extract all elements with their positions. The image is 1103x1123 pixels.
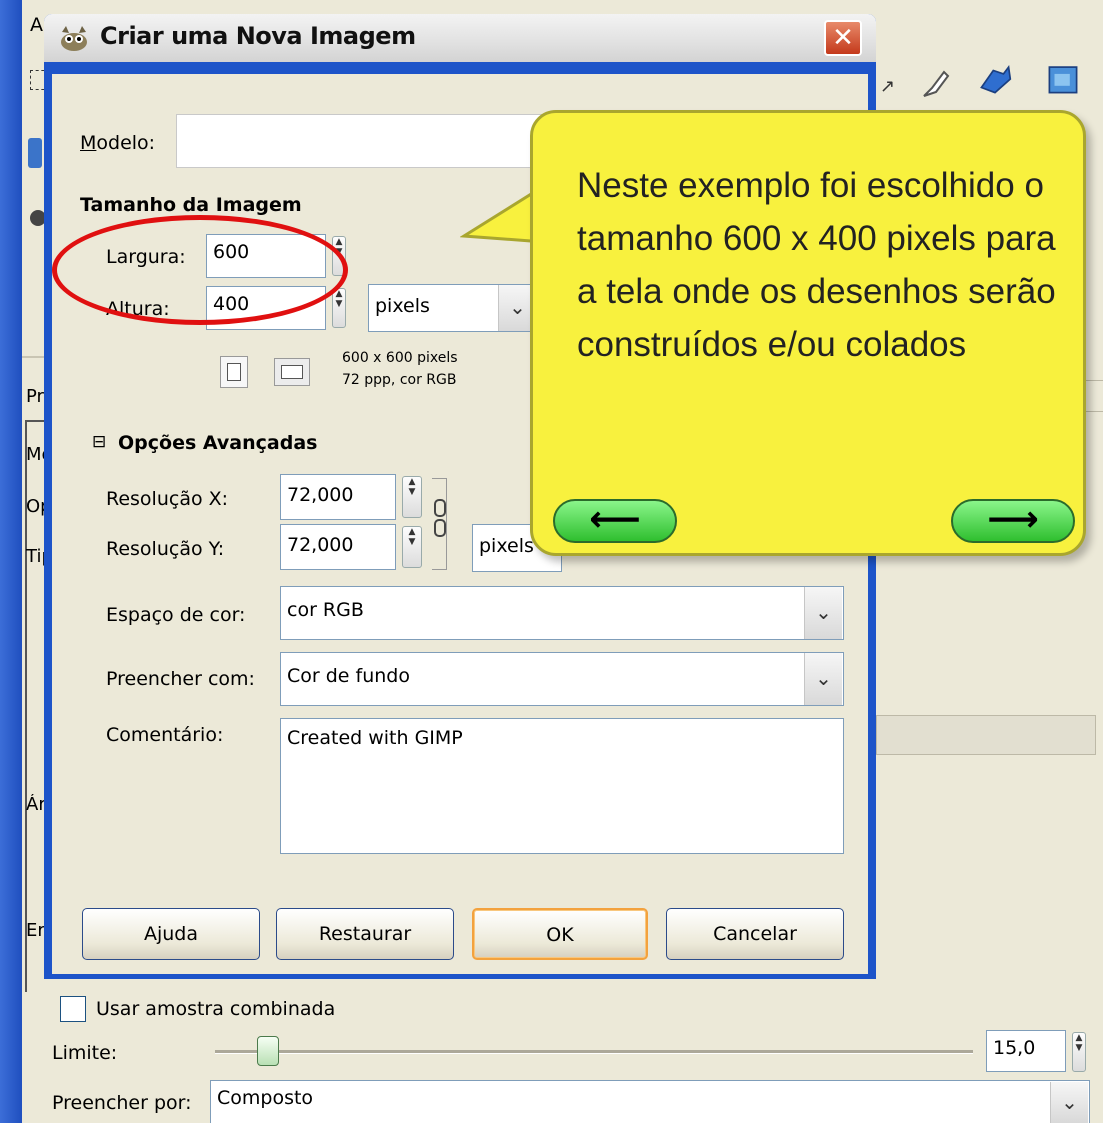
threshold-label: Limite: [52,1042,118,1064]
landscape-button[interactable] [274,358,310,386]
cancel-button[interactable]: Cancelar [666,908,844,960]
dialog-title: Criar uma Nova Imagem [100,22,416,50]
ok-button[interactable]: OK [472,908,648,960]
template-label: Modelo: [80,132,156,154]
chevron-down-icon: ⌄ [815,600,832,624]
help-button[interactable]: Ajuda [82,908,260,960]
arrow-icon: ↗ [880,76,896,97]
image-info-resolution: 72 ppp, cor RGB [342,372,457,388]
template-select[interactable] [176,114,556,168]
close-icon: ✕ [832,23,854,53]
chain-link-icon[interactable] [432,498,448,538]
fill-with-select[interactable]: Cor de fundo [280,652,844,706]
template-label-text: odelo: [96,132,156,154]
color-picker-icon[interactable] [978,62,1012,96]
portrait-icon [227,363,241,381]
portrait-button[interactable] [220,356,248,388]
resolution-y-spinner[interactable]: ▲ ▼ [402,526,422,568]
reset-button[interactable]: Restaurar [276,908,454,960]
next-button[interactable]: ⟶ [951,499,1075,543]
background-panel-edge [1084,380,1103,412]
image-size-heading: Tamanho da Imagem [80,194,302,216]
chevron-down-icon: ⌄ [815,666,832,690]
tutorial-callout: Neste exemplo foi escolhido o tamanho 60… [530,110,1086,556]
colorspace-select[interactable]: cor RGB [280,586,844,640]
use-sample-merged-checkbox[interactable] [60,996,86,1022]
resolution-y-label: Resolução Y: [106,538,225,560]
comment-label: Comentário: [106,724,224,746]
chevron-down-icon: ⌄ [509,295,526,319]
highlight-ellipse [52,215,348,325]
dialog-titlebar[interactable]: Criar uma Nova Imagem ✕ [44,14,876,62]
arrow-left-icon: ⟵ [589,499,641,540]
landscape-icon [281,365,303,379]
fill-with-dropdown-button[interactable]: ⌄ [804,653,842,705]
threshold-value-field[interactable]: 15,0 [986,1030,1066,1072]
threshold-slider-track[interactable] [215,1050,973,1054]
advanced-options-toggle[interactable]: Opções Avançadas [118,432,317,454]
close-button[interactable]: ✕ [824,20,862,56]
resolution-y-input[interactable]: 72,000 [280,524,396,570]
pen-tool-icon[interactable] [918,66,952,100]
fill-tool-icon[interactable] [28,138,42,168]
threshold-spinner[interactable]: ▲ ▼ [1072,1032,1086,1072]
callout-text: Neste exemplo foi escolhido o tamanho 60… [577,166,1056,364]
threshold-slider-handle[interactable] [257,1036,280,1066]
fill-by-label: Preencher por: [52,1092,192,1114]
resolution-x-input[interactable]: 72,000 [280,474,396,520]
image-info-size: 600 x 600 pixels [342,350,458,366]
fill-by-select[interactable]: Composto [210,1080,1090,1123]
previous-button[interactable]: ⟵ [553,499,677,543]
resolution-x-spinner[interactable]: ▲ ▼ [402,476,422,518]
use-sample-merged-label: Usar amostra combinada [96,998,336,1020]
gimp-wilber-icon [61,26,87,51]
fill-by-dropdown-button[interactable]: ⌄ [1050,1082,1088,1123]
resolution-x-label: Resolução X: [106,488,229,510]
colorspace-label: Espaço de cor: [106,604,246,626]
background-field [876,715,1096,755]
window-left-border [0,0,22,1123]
crop-tool-icon[interactable] [1046,62,1080,96]
colorspace-dropdown-button[interactable]: ⌄ [804,587,842,639]
comment-textarea[interactable]: Created with GIMP [280,718,844,854]
collapse-icon[interactable]: ⊟ [92,432,106,452]
chevron-down-icon: ⌄ [1061,1090,1078,1114]
height-spinner[interactable]: ▲ ▼ [332,288,346,328]
arrow-right-icon: ⟶ [987,499,1039,540]
fill-with-label: Preencher com: [106,668,255,690]
